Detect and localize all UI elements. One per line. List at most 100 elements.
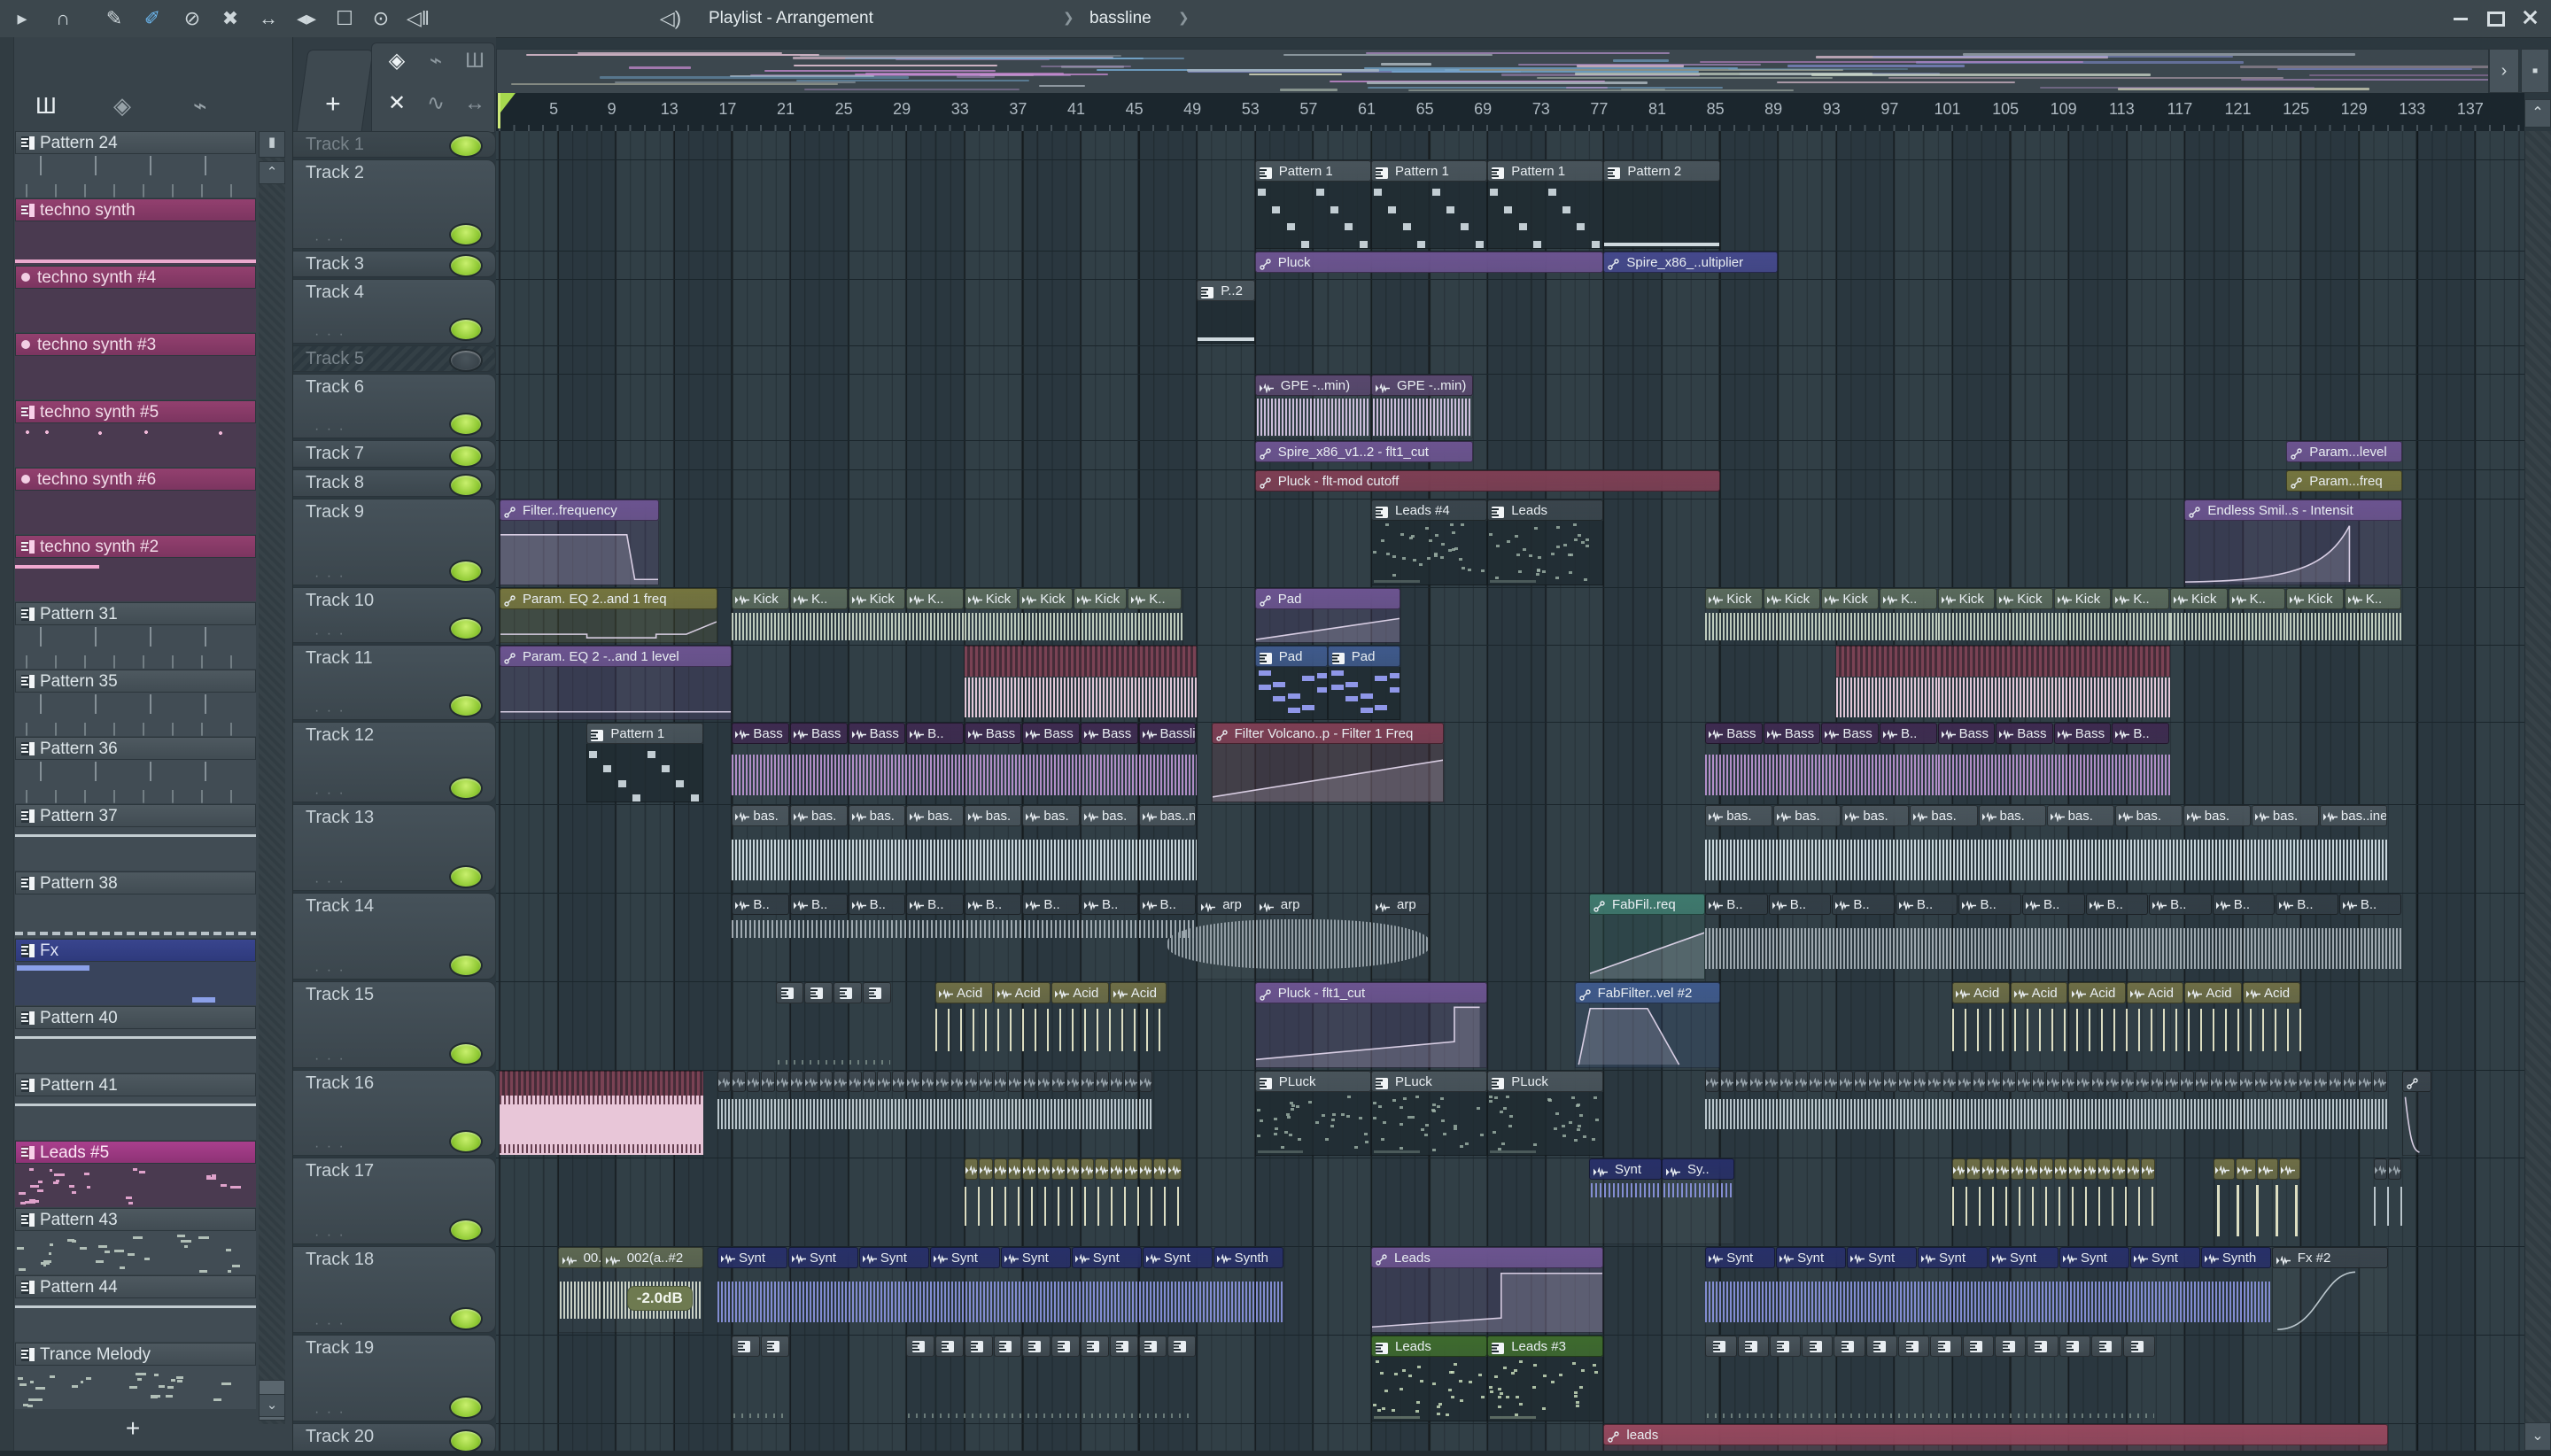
audio-subclip[interactable]	[993, 1071, 1008, 1092]
audio-subclip[interactable]	[2209, 1071, 2224, 1092]
track-mute-led[interactable]	[449, 1219, 483, 1242]
audio-subclip[interactable]	[2372, 1071, 2387, 1092]
track-mute-led[interactable]	[449, 1307, 483, 1330]
audio-subclip[interactable]: Bass	[1022, 723, 1080, 744]
pattern-subclip[interactable]	[804, 982, 834, 1003]
automation-clip[interactable]: Filter..frequency	[500, 500, 660, 586]
pattern-item[interactable]: Pattern 40	[15, 1006, 256, 1073]
audio-subclip[interactable]	[1809, 1071, 1824, 1092]
panel-speaker-icon[interactable]: ◁)	[655, 0, 686, 37]
automation-clip[interactable]: Param...level	[2286, 441, 2403, 469]
audio-subclip[interactable]	[1138, 1071, 1153, 1092]
audio-subclip[interactable]: bas.	[2046, 805, 2114, 826]
timeline-overview[interactable]	[496, 49, 2489, 95]
add-track-tab[interactable]: +	[296, 50, 374, 133]
pattern-clip[interactable]: Pattern 2	[1603, 160, 1720, 250]
pattern-item[interactable]: techno synth #3	[15, 333, 256, 399]
track-header-12[interactable]: Track 12 · · ·	[293, 722, 496, 802]
breadcrumb-context[interactable]: bassline	[1089, 0, 1151, 37]
audio-subclip[interactable]: Kick	[1019, 588, 1073, 609]
pattern-scroll-handle[interactable]: ▮	[259, 131, 285, 158]
slide-tool-icon[interactable]: ∿	[418, 86, 454, 121]
audio-subclip[interactable]	[2194, 1071, 2209, 1092]
pattern-subclip[interactable]	[732, 1336, 761, 1357]
audio-subclip[interactable]: bas.	[1842, 805, 1910, 826]
audio-subclip[interactable]	[1927, 1071, 1942, 1092]
audio-subclip[interactable]	[1167, 1158, 1182, 1180]
audio-subclip[interactable]: bas.	[732, 805, 789, 826]
piano-tool-icon[interactable]: Ш	[457, 43, 492, 79]
audio-subclip[interactable]	[906, 1071, 920, 1092]
audio-subclip[interactable]: Kick	[848, 588, 906, 609]
pattern-item-header[interactable]: Pattern 24	[15, 131, 256, 154]
audio-subclip[interactable]: Bass	[1705, 723, 1763, 744]
audio-subclip[interactable]	[2180, 1071, 2194, 1092]
track-mute-led[interactable]	[449, 954, 483, 977]
pattern-item-header[interactable]: Pattern 36	[15, 737, 256, 760]
audio-subclip[interactable]	[1981, 1158, 1996, 1180]
audio-subclip[interactable]	[2090, 1071, 2105, 1092]
pattern-clip[interactable]: Pattern 1	[1254, 160, 1371, 250]
pattern-item-header[interactable]: techno synth	[15, 198, 256, 221]
group-clip[interactable]: Kick K..	[848, 588, 965, 644]
pattern-subclip[interactable]	[2123, 1336, 2155, 1357]
audio-subclip[interactable]: Bass	[1996, 723, 2053, 744]
group-clip[interactable]: Acid Acid Acid Acid Acid Acid	[1952, 982, 2301, 1069]
audio-subclip[interactable]: Bass	[848, 723, 906, 744]
audio-subclip[interactable]: bas.	[2251, 805, 2319, 826]
audio-subclip[interactable]: B..	[2085, 894, 2149, 915]
audio-subclip[interactable]: Synt	[1000, 1247, 1071, 1268]
audio-subclip[interactable]	[920, 1071, 935, 1092]
audio-subclip[interactable]: B..	[1138, 894, 1197, 915]
audio-subclip[interactable]: Kick	[2286, 588, 2344, 609]
audio-subclip[interactable]	[1051, 1158, 1066, 1180]
pattern-item[interactable]: Pattern 44	[15, 1275, 256, 1342]
audio-subclip[interactable]: Acid	[1051, 982, 1109, 1003]
pattern-subclip[interactable]	[906, 1336, 934, 1357]
audio-subclip[interactable]: Synth	[1213, 1247, 1283, 1268]
pattern-item[interactable]: Pattern 31	[15, 602, 256, 669]
group-clip[interactable]: Kick Kick Kick K..	[964, 588, 1182, 644]
pattern-subclip[interactable]	[1138, 1336, 1167, 1357]
audio-subclip[interactable]	[2126, 1158, 2141, 1180]
audio-subclip[interactable]: bas.	[1978, 805, 2046, 826]
audio-subclip[interactable]: Acid	[1109, 982, 1167, 1003]
track-header-3[interactable]: Track 3	[293, 251, 496, 277]
audio-subclip[interactable]	[1912, 1071, 1927, 1092]
audio-subclip[interactable]	[2239, 1071, 2253, 1092]
audio-subclip[interactable]	[2039, 1158, 2053, 1180]
audio-subclip[interactable]: bas.	[1910, 805, 1978, 826]
pattern-subclip[interactable]	[1834, 1336, 1865, 1357]
zoom-icon[interactable]: ⊙	[366, 0, 396, 37]
audio-subclip[interactable]	[1966, 1158, 1981, 1180]
pattern-item[interactable]: techno synth #5	[15, 400, 256, 467]
audio-subclip[interactable]	[2112, 1158, 2126, 1180]
minimize-button[interactable]	[2452, 11, 2471, 27]
audio-clip[interactable]: 002(a..#2 -2.0dB	[601, 1247, 703, 1334]
audio-subclip[interactable]: Bass	[1080, 723, 1138, 744]
pattern-clip[interactable]: Pattern 1	[586, 723, 703, 803]
audio-subclip[interactable]	[2278, 1158, 2300, 1180]
audio-subclip[interactable]	[1897, 1071, 1912, 1092]
track-header-15[interactable]: Track 15 · · ·	[293, 981, 496, 1068]
audio-subclip[interactable]: bas.	[964, 805, 1022, 826]
audio-subclip[interactable]	[1987, 1071, 2002, 1092]
strip-clip[interactable]	[775, 982, 892, 1069]
audio-subclip[interactable]: Kick	[2053, 588, 2112, 609]
audio-clip[interactable]: GPE -..min)	[1254, 375, 1371, 439]
audio-subclip[interactable]	[1109, 1071, 1124, 1092]
audio-subclip[interactable]: Bass	[964, 723, 1022, 744]
audio-subclip[interactable]: Kick	[964, 588, 1019, 609]
pattern-item-header[interactable]: techno synth #4	[15, 266, 256, 289]
pattern-clip[interactable]: P..2	[1197, 280, 1255, 345]
picker-patterns-icon[interactable]: Ш	[35, 92, 57, 120]
gain-badge[interactable]: -2.0dB	[626, 1286, 693, 1311]
audio-subclip[interactable]: Synt	[1847, 1247, 1918, 1268]
playlist-scroll-down-icon[interactable]: ⌄	[2524, 1422, 2551, 1451]
wave-tool-icon[interactable]: ◈	[379, 43, 415, 79]
pattern-item[interactable]: Trance Melody	[15, 1343, 256, 1409]
automation-clip[interactable]: Spire_x86_..ultiplier	[1603, 252, 1779, 278]
strip-clip[interactable]	[2214, 1158, 2300, 1245]
audio-subclip[interactable]: B..	[2212, 894, 2276, 915]
pattern-item-header[interactable]: techno synth #2	[15, 535, 256, 558]
